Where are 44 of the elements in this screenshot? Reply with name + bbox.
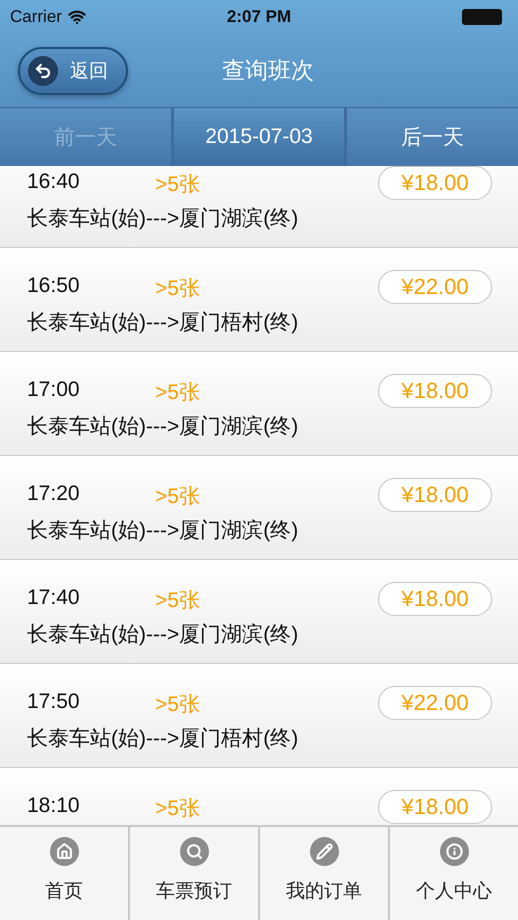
home-icon <box>50 837 78 866</box>
seat-count: >5张 <box>155 484 200 510</box>
trip-row[interactable]: 16:50 >5张 长泰车站(始)--->厦门梧村(终) ¥22.00 <box>0 248 518 352</box>
carrier-name: Carrier <box>10 7 62 27</box>
tab-item[interactable]: 个人中心 <box>390 827 518 920</box>
route-text: 长泰车站(始)--->厦门湖滨(终) <box>27 622 298 648</box>
trip-row[interactable]: 18:10 >5张 ¥18.00 <box>0 768 518 825</box>
undo-icon <box>28 56 58 86</box>
route-text: 长泰车站(始)--->厦门湖滨(终) <box>27 518 298 544</box>
seat-count: >5张 <box>155 172 200 198</box>
seat-count: >5张 <box>155 588 200 614</box>
seat-count: >5张 <box>155 796 200 822</box>
route-text: 长泰车站(始)--->厦门梧村(终) <box>27 726 298 752</box>
trip-row[interactable]: 16:40 >5张 长泰车站(始)--->厦门湖滨(终) ¥18.00 <box>0 166 518 248</box>
tab-item[interactable]: 车票预订 <box>130 827 260 920</box>
route-text: 长泰车站(始)--->厦门湖滨(终) <box>27 414 298 440</box>
pencil-icon <box>310 837 338 866</box>
date-button[interactable]: 2015-07-03 <box>174 108 348 166</box>
route-text: 长泰车站(始)--->厦门梧村(终) <box>27 310 298 336</box>
departure-time: 17:20 <box>27 482 81 507</box>
departure-time: 17:50 <box>27 690 81 715</box>
next-day-button[interactable]: 后一天 <box>347 108 518 166</box>
status-time: 2:07 PM <box>226 7 292 27</box>
trip-row[interactable]: 17:00 >5张 长泰车站(始)--->厦门湖滨(终) ¥18.00 <box>0 352 518 456</box>
departure-time: 18:10 <box>27 794 81 819</box>
departure-time: 17:00 <box>27 378 81 403</box>
tab-item[interactable]: 我的订单 <box>260 827 390 920</box>
seat-count: >5张 <box>155 380 200 406</box>
info-icon <box>440 837 468 866</box>
trip-row[interactable]: 17:50 >5张 长泰车站(始)--->厦门梧村(终) ¥22.00 <box>0 664 518 768</box>
page-title: 查询班次 <box>222 56 314 85</box>
search-icon <box>180 837 208 866</box>
tab-item[interactable]: 首页 <box>0 827 130 920</box>
seat-count: >5张 <box>155 276 200 302</box>
battery-icon <box>462 9 502 25</box>
departure-time: 17:40 <box>27 586 81 611</box>
trip-row[interactable]: 17:40 >5张 长泰车站(始)--->厦门湖滨(终) ¥18.00 <box>0 560 518 664</box>
trip-row[interactable]: 17:20 >5张 长泰车站(始)--->厦门湖滨(终) ¥18.00 <box>0 456 518 560</box>
departure-time: 16:50 <box>27 274 81 299</box>
seat-count: >5张 <box>155 692 200 718</box>
back-button[interactable]: 返回 <box>18 46 128 94</box>
wifi-icon <box>68 8 86 26</box>
departure-time: 16:40 <box>27 170 81 195</box>
route-text: 长泰车站(始)--->厦门湖滨(终) <box>27 206 298 232</box>
